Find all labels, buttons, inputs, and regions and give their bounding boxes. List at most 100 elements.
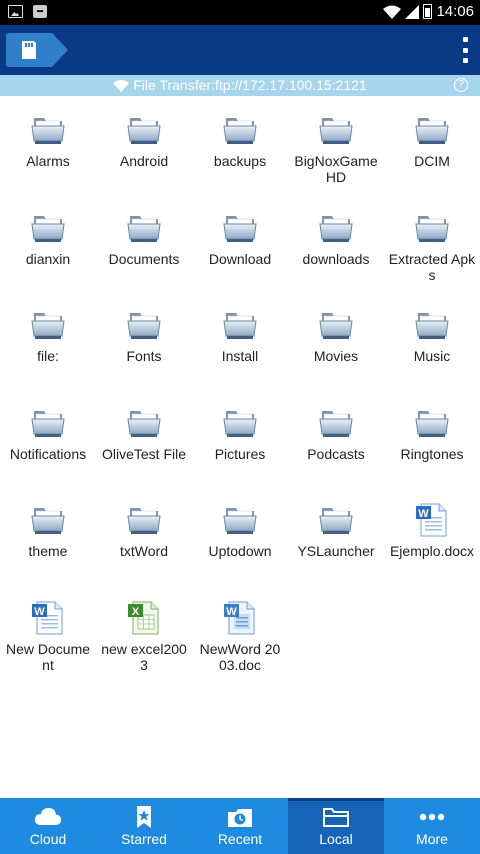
item-name: Podcasts [307,445,365,462]
cloud-icon [34,805,62,829]
item-name: Android [119,153,169,169]
item-name: Notifications [9,445,87,462]
folder-icon [31,406,65,440]
item-name: Documents [108,250,180,267]
ftp-address: File Transfer:ftp://172.17.100.15:2121 [133,77,367,93]
item-name: txtWord [120,543,168,559]
item-name: Ringtones [400,445,464,462]
folder-item[interactable]: Uptodown [192,503,288,559]
item-name: file: [37,348,59,364]
folder-item[interactable]: downloads [288,211,384,267]
nav-item-starred[interactable]: Starred [96,798,192,854]
word-document-icon: W [31,601,65,635]
folder-item[interactable]: DCIM [384,113,480,169]
folder-icon [223,211,257,245]
nav-label: Recent [217,831,263,847]
signal-icon [405,4,420,19]
folder-item[interactable]: YSLauncher [288,503,384,559]
item-name: DCIM [414,153,450,169]
folder-icon [415,211,449,245]
folder-icon [127,113,161,147]
folder-item[interactable]: OliveTest File [96,406,192,462]
more-icon [418,805,446,829]
svg-text:X: X [132,606,140,618]
folder-item[interactable]: Install [192,308,288,364]
item-name: dianxin [25,250,71,267]
nav-item-local[interactable]: Local [288,798,384,854]
item-name: OliveTest File [101,445,187,462]
folder-item[interactable]: Notifications [0,406,96,462]
item-name: new excel2003 [101,640,187,673]
excel-document-icon: X [127,601,161,635]
folder-item[interactable]: Fonts [96,308,192,364]
folder-icon [223,308,257,342]
folder-item[interactable]: BigNoxGameHD [288,113,384,185]
nav-label: More [416,831,448,847]
folder-item[interactable]: Download [192,211,288,267]
item-name: NewWord 2003.doc [199,640,281,673]
item-name: Fonts [126,348,162,364]
folder-item[interactable]: backups [192,113,288,169]
folder-item[interactable]: file: [0,308,96,364]
folder-icon [31,308,65,342]
folder-icon [319,308,353,342]
nav-item-cloud[interactable]: Cloud [0,798,96,854]
folder-item[interactable]: Alarms [0,113,96,169]
help-icon[interactable]: ? [454,78,468,92]
folder-item[interactable]: Movies [288,308,384,364]
folder-icon [127,308,161,342]
folder-item[interactable]: dianxin [0,211,96,267]
clock: 14:06 [436,3,474,20]
starred-icon [130,805,158,829]
folder-icon [31,211,65,245]
wifi-icon [383,5,402,19]
folder-item[interactable]: Ringtones [384,406,480,462]
file-item[interactable]: W NewWord 2003.doc [192,601,288,673]
folder-icon [223,503,257,537]
folder-icon [31,113,65,147]
nav-item-recent[interactable]: Recent [192,798,288,854]
item-name: backups [213,153,267,169]
file-item[interactable]: W New Document [0,601,96,673]
item-name: Alarms [26,153,70,169]
folder-item[interactable]: Pictures [192,406,288,462]
folder-item[interactable]: Android [96,113,192,169]
item-name: Ejemplo.docx [389,543,475,559]
word-document-icon: W [223,601,257,635]
folder-icon [223,113,257,147]
folder-icon [415,113,449,147]
overflow-menu-icon[interactable] [458,37,472,63]
folder-item[interactable]: Extracted Apks [384,211,480,283]
folder-item[interactable]: txtWord [96,503,192,559]
folder-icon [127,406,161,440]
item-name: theme [28,543,68,559]
item-name: Pictures [214,445,266,462]
folder-item[interactable]: Podcasts [288,406,384,462]
item-name: downloads [302,250,370,267]
folder-icon [319,503,353,537]
folder-icon [127,211,161,245]
folder-item[interactable]: Documents [96,211,192,267]
folder-icon [415,406,449,440]
ftp-banner[interactable]: File Transfer:ftp://172.17.100.15:2121 ? [0,75,480,96]
file-item[interactable]: Xnew excel2003 [96,601,192,673]
folder-icon [319,211,353,245]
image-notification-icon [8,5,23,18]
file-grid: Alarms Android backups BigNoxGameHD DCIM dian… [0,96,480,798]
status-notifications: ▬ [8,5,47,18]
folder-item[interactable]: Music [384,308,480,364]
nav-label: Local [319,831,353,847]
word-document-icon: W [415,503,449,537]
folder-icon [319,113,353,147]
nav-item-more[interactable]: More [384,798,480,854]
sd-card-icon[interactable] [6,33,68,67]
item-name: Uptodown [208,543,272,559]
folder-item[interactable]: theme [0,503,96,559]
item-name: Music [413,348,451,364]
recent-icon [226,805,254,829]
local-folder-icon [322,805,350,829]
item-name: Download [208,250,272,267]
file-item[interactable]: W Ejemplo.docx [384,503,480,559]
folder-icon [31,503,65,537]
svg-text:W: W [418,508,429,520]
